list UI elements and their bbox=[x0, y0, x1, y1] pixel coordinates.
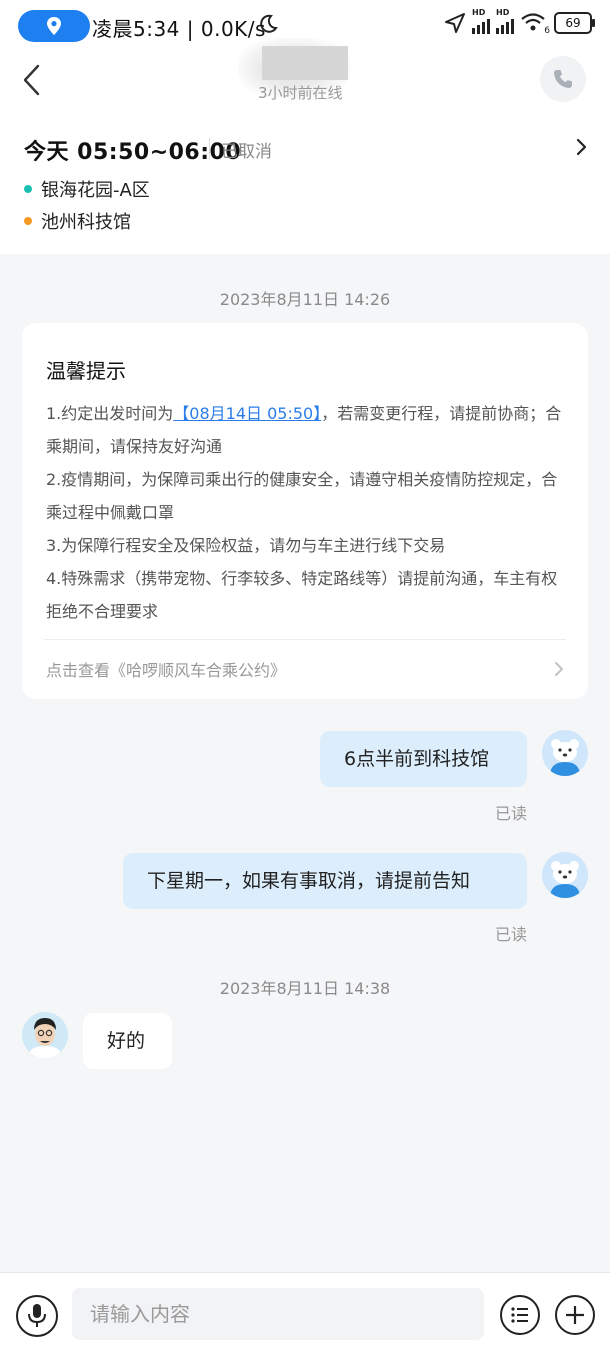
plus-icon bbox=[566, 1306, 584, 1324]
driver-avatar-icon bbox=[22, 1012, 68, 1058]
wifi-icon bbox=[521, 13, 545, 31]
peer-message-bubble[interactable]: 好的 bbox=[83, 1013, 172, 1069]
notice-title: 温馨提示 bbox=[46, 359, 126, 383]
phone-icon bbox=[554, 70, 572, 88]
list-icon bbox=[511, 1307, 528, 1323]
read-receipt: 已读 bbox=[495, 804, 528, 823]
back-button[interactable] bbox=[18, 62, 48, 98]
chevron-right-icon[interactable] bbox=[576, 138, 588, 156]
wifi-indicator: 6 bbox=[520, 12, 550, 36]
convention-link[interactable]: 点击查看《哈啰顺风车合乘公约》 bbox=[46, 657, 286, 681]
end-location: 池州科技馆 bbox=[24, 208, 131, 234]
chat-timestamp: 2023年8月11日 14:26 bbox=[219, 290, 391, 309]
read-receipt: 已读 bbox=[495, 925, 528, 944]
end-dot-icon bbox=[24, 217, 32, 225]
notice-line-1: 1.约定出发时间为【08月14日 05:50】，若需变更行程，请提前协商；合乘期… bbox=[46, 397, 570, 463]
start-location-label: 银海花园-A区 bbox=[41, 180, 150, 201]
signal-2: HD bbox=[496, 8, 514, 34]
voice-button[interactable] bbox=[16, 1295, 58, 1337]
hd-label-1: HD bbox=[472, 8, 486, 17]
trip-status: 已取消 bbox=[221, 142, 272, 162]
hd-label-2: HD bbox=[496, 8, 510, 17]
location-indicator bbox=[18, 10, 90, 42]
driver-avatar[interactable] bbox=[22, 1012, 68, 1058]
navigation-arrow-icon bbox=[445, 13, 465, 33]
status-time-speed: 凌晨5:34 | 0.0K/s bbox=[92, 17, 266, 41]
microphone-icon bbox=[28, 1304, 46, 1327]
bear-avatar-icon bbox=[542, 730, 588, 776]
wifi-badge: 6 bbox=[544, 26, 550, 36]
end-location-label: 池州科技馆 bbox=[41, 212, 131, 233]
more-button[interactable] bbox=[555, 1295, 595, 1335]
chat-header: 3小时前在线 bbox=[0, 38, 610, 111]
my-avatar[interactable] bbox=[542, 730, 588, 776]
bear-avatar-icon bbox=[542, 852, 588, 898]
notice-body: 1.约定出发时间为【08月14日 05:50】，若需变更行程，请提前协商；合乘期… bbox=[46, 397, 570, 628]
my-message-bubble[interactable]: 下星期一，如果有事取消，请提前告知 bbox=[123, 853, 527, 909]
online-status: 3小时前在线 bbox=[258, 84, 343, 102]
input-bar bbox=[0, 1272, 610, 1357]
message-input[interactable] bbox=[72, 1288, 484, 1340]
chat-timestamp: 2023年8月11日 14:38 bbox=[219, 979, 391, 998]
notice-card: 温馨提示 1.约定出发时间为【08月14日 05:50】，若需变更行程，请提前协… bbox=[22, 323, 588, 699]
notice-line-3: 3.为保障行程安全及保险权益，请勿与车主进行线下交易 bbox=[46, 536, 446, 555]
my-message-bubble[interactable]: 6点半前到科技馆 bbox=[320, 731, 527, 787]
call-button[interactable] bbox=[540, 56, 586, 102]
moon-icon bbox=[260, 14, 278, 33]
divider bbox=[44, 639, 566, 640]
departure-time-link[interactable]: 【08月14日 05:50】 bbox=[173, 404, 321, 423]
status-right-group: HD HD 6 69 bbox=[444, 8, 595, 36]
trip-card[interactable]: 今天 05:50~06:00 已取消 银海花园-A区 池州科技馆 bbox=[0, 110, 610, 254]
chevron-right-icon[interactable] bbox=[554, 661, 564, 677]
back-arrow-icon bbox=[23, 64, 40, 96]
quick-phrases-button[interactable] bbox=[500, 1295, 540, 1335]
notice-line-2: 2.疫情期间，为保障司乘出行的健康安全，请遵守相关疫情防控规定，合乘过程中佩戴口… bbox=[46, 470, 558, 522]
notice-line-4: 4.特殊需求（携带宠物、行李较多、特定路线等）请提前沟通，车主有权拒绝不合理要求 bbox=[46, 569, 558, 621]
signal-1: HD bbox=[472, 8, 490, 34]
start-dot-icon bbox=[24, 185, 32, 193]
start-location: 银海花园-A区 bbox=[24, 176, 150, 202]
divider bbox=[209, 138, 210, 160]
location-pin-icon bbox=[47, 17, 61, 35]
battery-indicator: 69 bbox=[554, 12, 595, 34]
notice-line-1-text: 1.约定出发时间为 bbox=[46, 404, 174, 423]
my-avatar[interactable] bbox=[542, 852, 588, 898]
